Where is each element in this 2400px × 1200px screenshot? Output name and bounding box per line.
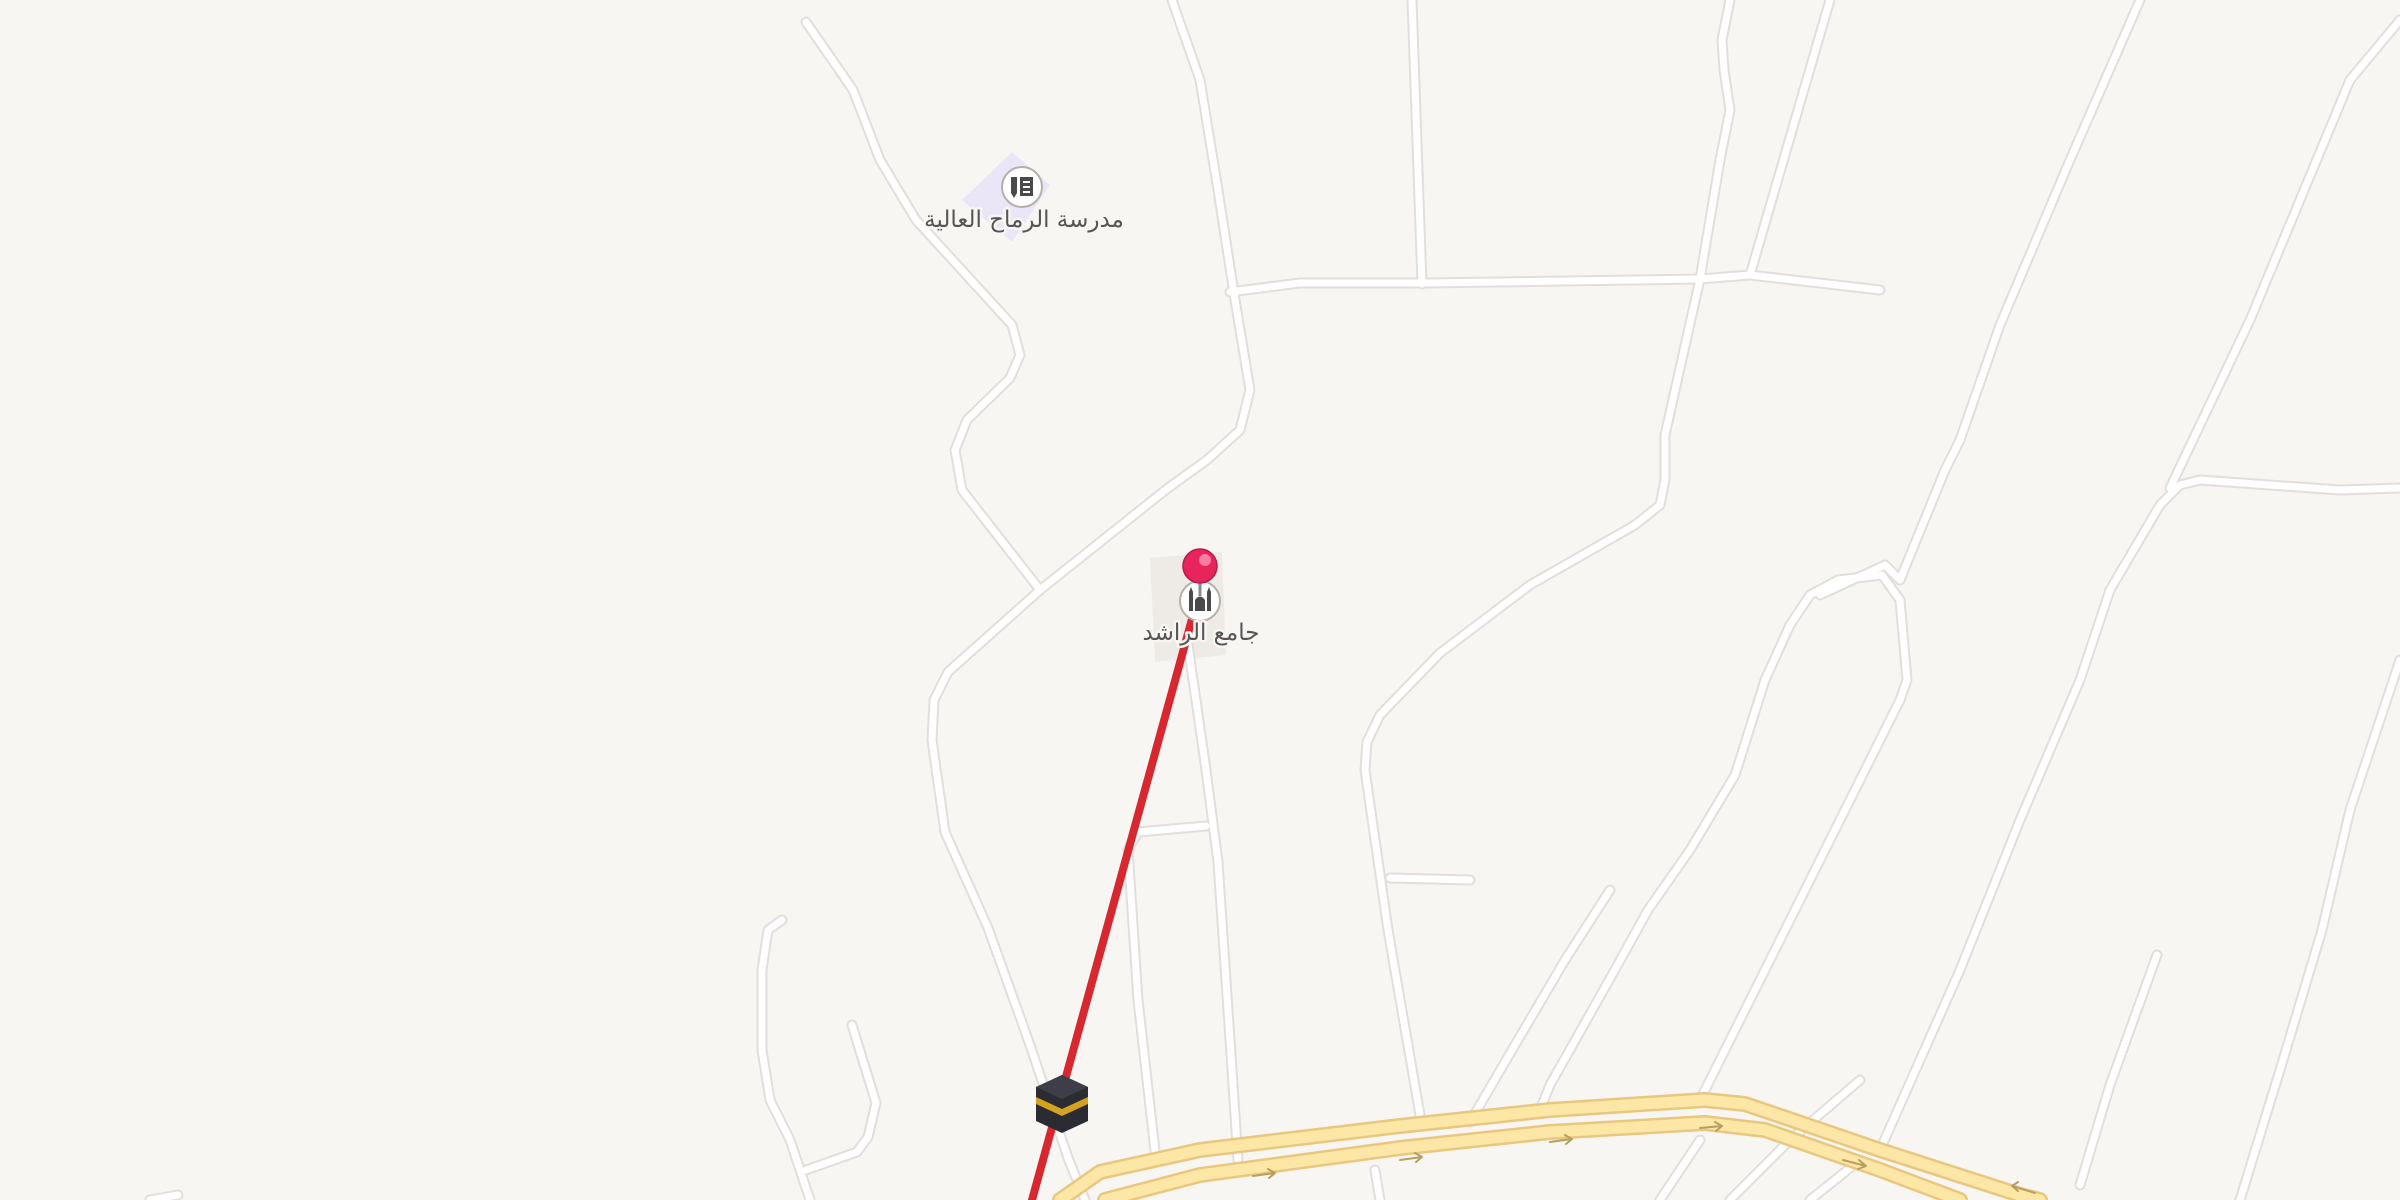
poi-mosque-label[interactable]: جامع الراشد [1140,618,1262,649]
poi-school[interactable]: مدرسة الرماح العالية [922,166,1127,236]
map-view[interactable]: مدرسة الرماح العالية جامع الراشد [0,0,2400,1200]
poi-school-label[interactable]: مدرسة الرماح العالية [922,205,1127,236]
school-icon[interactable] [1001,166,1043,208]
road-network [146,0,2400,1200]
map-canvas[interactable]: مدرسة الرماح العالية جامع الراشد [0,0,2400,1200]
kaaba-icon[interactable] [1036,1075,1088,1133]
